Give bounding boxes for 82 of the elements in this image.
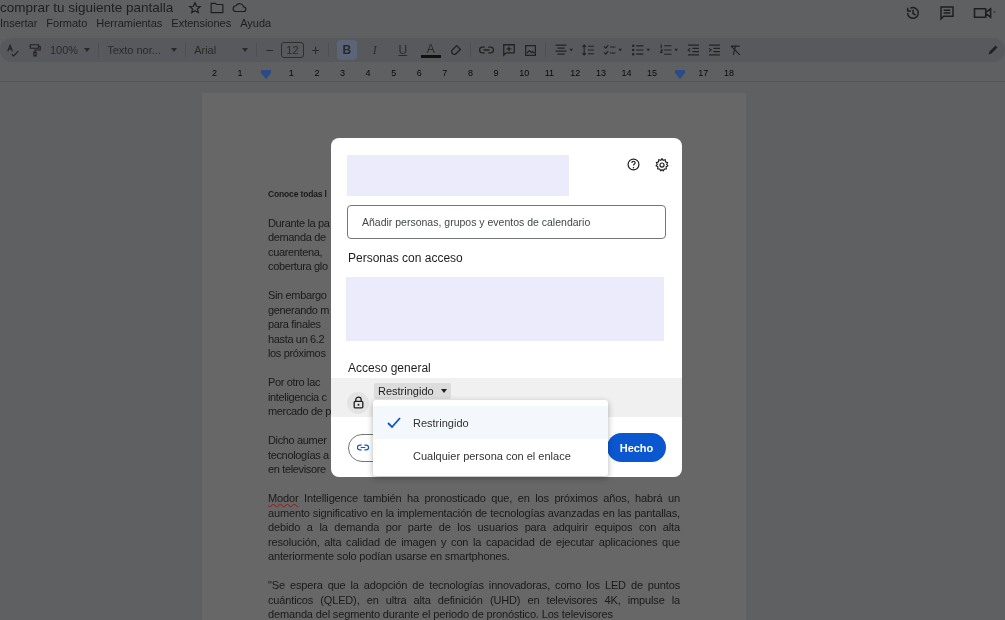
ruler-number: 6	[416, 68, 422, 78]
line-spacing-icon[interactable]	[581, 44, 595, 56]
ruler-number: 7	[442, 68, 448, 78]
menu-option[interactable]: Restringido	[373, 406, 608, 439]
ruler-number: 12	[570, 68, 581, 78]
numbered-list-icon[interactable]	[658, 44, 679, 56]
ruler-number: 15	[647, 68, 658, 78]
menu-item[interactable]: Herramientas	[96, 17, 163, 29]
text-fragment: cuarentena,	[268, 244, 323, 259]
add-comment-icon[interactable]	[501, 43, 516, 57]
cloud-icon[interactable]	[232, 2, 248, 13]
ruler-number: 1	[237, 68, 243, 78]
menu-item[interactable]: Ayuda	[240, 17, 272, 29]
menu-item[interactable]: Extensiones	[171, 17, 232, 29]
image-icon[interactable]	[523, 43, 537, 57]
link-icon	[357, 444, 369, 451]
ruler-number: 14	[621, 68, 632, 78]
comment-icon[interactable]	[939, 5, 955, 21]
ruler-number: 4	[365, 68, 371, 78]
help-icon[interactable]	[627, 158, 640, 171]
ruler-number: 2	[314, 68, 320, 78]
text-fragment: demanda de	[268, 230, 326, 245]
text-fragment: hasta un 6.2	[268, 331, 325, 346]
bulleted-list-icon[interactable]	[630, 44, 651, 56]
ruler-number: 1	[288, 68, 294, 78]
menu-option[interactable]: Cualquier persona con el enlace	[373, 439, 608, 472]
heading-fragment: Conoce todas l	[268, 188, 328, 201]
text-fragment: en televisore	[268, 462, 326, 477]
spellcheck-icon[interactable]	[6, 43, 20, 57]
text-fragment: mercado de p	[268, 404, 332, 419]
ruler-number: 5	[391, 68, 397, 78]
ruler-number: 17	[698, 68, 709, 78]
option-label: Cualquier persona con el enlace	[413, 449, 571, 462]
lock-icon	[347, 391, 369, 414]
menu-item[interactable]: Insertar	[0, 17, 38, 29]
text-fragment: Por otro lac	[268, 375, 321, 390]
bold-button[interactable]: B	[336, 40, 357, 60]
ruler-number: 9	[493, 68, 499, 78]
decrease-indent-icon[interactable]	[686, 44, 700, 56]
increase-indent-icon[interactable]	[707, 44, 721, 56]
menu-item[interactable]: Formato	[46, 17, 88, 29]
paragraph: "Se espera que la adopción de tecnologías innovadoras, como los LED de puntos cuánticos (QLED), en ultra alta definición (UHD) en televisores 4K, impulse la demanda del segmento durante el periodo de pronóstico. Los televisores	[268, 578, 680, 620]
ruler-number: 11	[544, 68, 555, 78]
add-people-field[interactable]: Añadir personas, grupos y eventos de calendario	[347, 205, 666, 239]
ruler-number: 8	[467, 68, 473, 78]
indent-marker-icon[interactable]	[261, 70, 271, 79]
text-fragment: cobertura glo	[268, 259, 328, 274]
align-dropdown-icon[interactable]	[553, 44, 574, 56]
done-button[interactable]: Hecho	[607, 433, 666, 462]
text-fragment: para finales	[268, 317, 321, 332]
text-fragment: los próximos	[268, 346, 326, 361]
checklist-icon[interactable]	[602, 44, 623, 56]
ruler-number: 2	[212, 68, 217, 78]
decrease-font-size-button[interactable]: −	[265, 42, 274, 58]
check-icon	[387, 417, 401, 428]
section-heading: Personas con acceso	[348, 251, 464, 265]
text-fragment: tecnologías a	[268, 447, 329, 462]
history-icon[interactable]	[905, 5, 921, 21]
folder-icon[interactable]	[210, 1, 225, 14]
video-camera-icon[interactable]	[973, 6, 997, 20]
access-dropdown[interactable]: Restringido	[374, 382, 451, 399]
ruler-number: 18	[723, 68, 734, 78]
paragraph: Modor Intelligence también ha pronosticado que, en los próximos años, habrá un aumento significativo en la implementación de tecnologías avanzadas en las pantallas, debido a la demanda por parte de los usuarios para adquirir equipos con alta resolución, alta calidad de imagen y con la capacidad de ejecutar aplicaciones que anteriormente solo podían usarse en smartphones.	[268, 491, 680, 564]
paint-roller-icon[interactable]	[28, 43, 42, 57]
settings-icon[interactable]	[655, 158, 669, 172]
ruler-number: 13	[595, 68, 606, 78]
pencil-icon[interactable]	[987, 44, 999, 56]
text-fragment: generando m	[268, 302, 329, 317]
section-heading: Acceso general	[348, 361, 432, 375]
increase-font-size-button[interactable]: +	[311, 42, 320, 58]
text-fragment: Sin embargo	[268, 288, 327, 303]
text-fragment: Dicho aumer	[268, 433, 327, 448]
text-fragment: inteligencia c	[268, 389, 327, 404]
star-icon[interactable]	[188, 0, 203, 15]
ruler-number: 3	[339, 68, 345, 78]
option-label: Restringido	[413, 416, 469, 429]
link-icon[interactable]	[478, 45, 494, 55]
indent-marker-icon[interactable]	[675, 70, 685, 79]
ruler-number: 10	[519, 68, 530, 78]
document-title[interactable]: comprar tu siguiente pantalla	[0, 0, 174, 15]
clear-formatting-icon[interactable]	[728, 43, 742, 57]
text-fragment: Durante la pa	[268, 215, 330, 230]
